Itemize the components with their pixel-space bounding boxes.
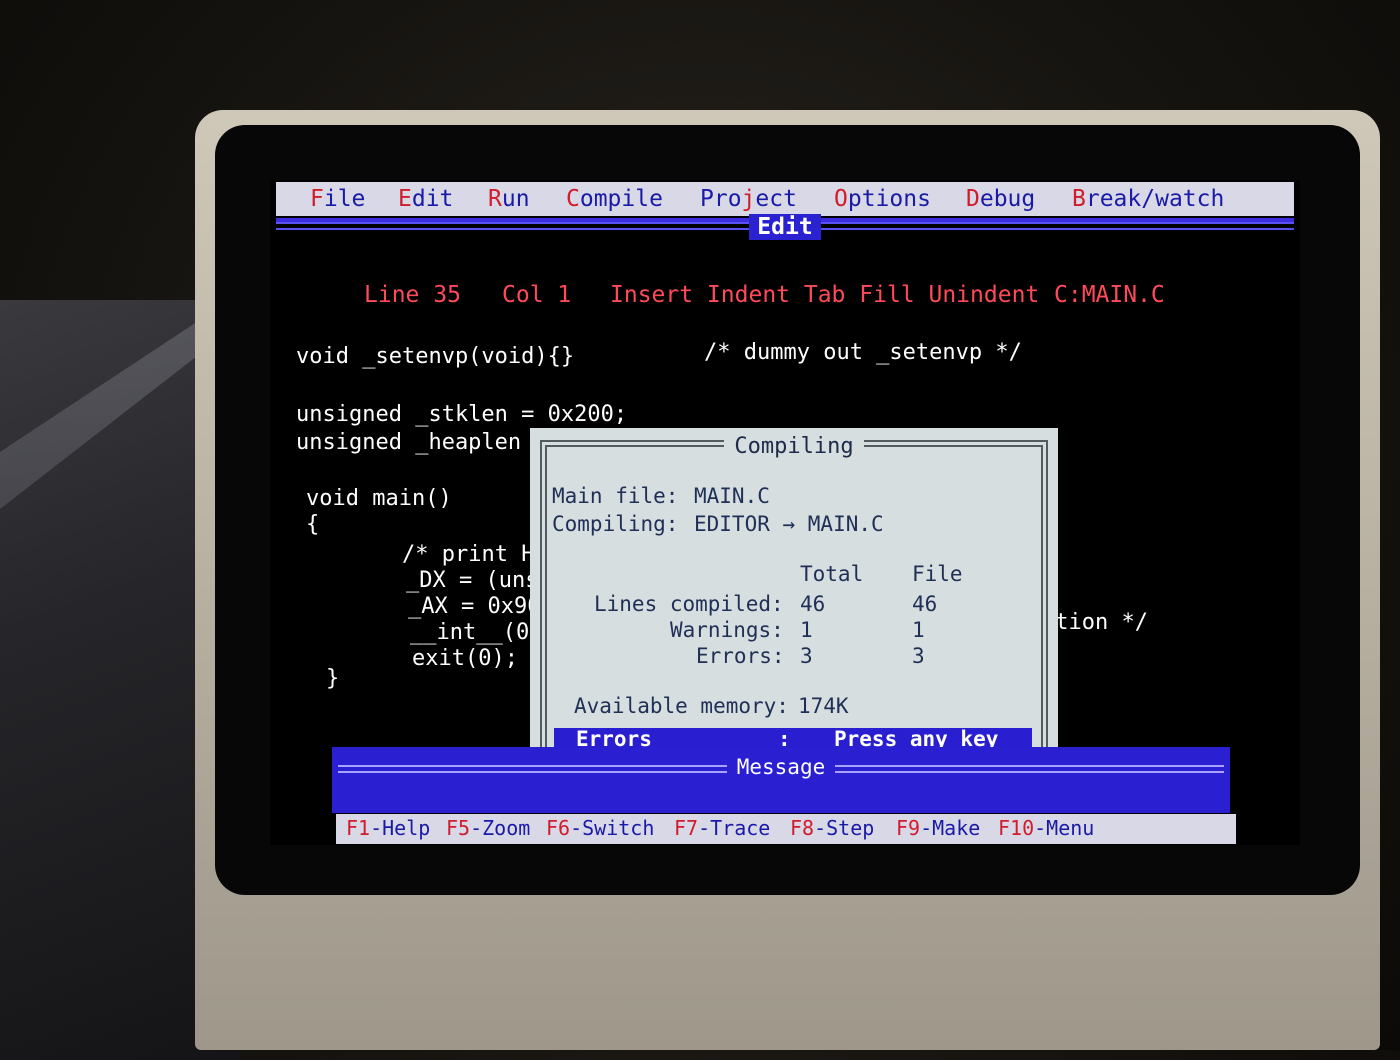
code-line[interactable]: void _setenvp(void){} xyxy=(296,344,574,370)
code-line[interactable]: unsigned _heaplen xyxy=(296,430,521,456)
menu-file[interactable]: File xyxy=(310,186,365,212)
fkey-make[interactable]: F9-Make xyxy=(896,816,980,840)
function-key-bar: F1-Help F5-Zoom F6-Switch F7-Trace F8-St… xyxy=(336,814,1236,844)
menu-edit[interactable]: Edit xyxy=(398,186,453,212)
code-line[interactable]: } xyxy=(326,666,339,692)
message-title: Message xyxy=(726,755,836,779)
editor-title-bar: Edit xyxy=(276,214,1294,240)
menu-debug[interactable]: Debug xyxy=(966,186,1035,212)
fkey-help[interactable]: F1-Help xyxy=(346,816,430,840)
fkey-switch[interactable]: F6-Switch xyxy=(546,816,654,840)
fkey-menu[interactable]: F10-Menu xyxy=(998,816,1094,840)
main-file-value: MAIN.C xyxy=(694,484,770,508)
stat-file-warnings: 1 xyxy=(912,618,925,642)
column-header-total: Total xyxy=(800,562,864,586)
menu-break-watch[interactable]: Break/watch xyxy=(1072,186,1224,212)
fkey-step[interactable]: F8-Step xyxy=(790,816,874,840)
dialog-title-bar: Compiling xyxy=(530,434,1058,459)
status-column-number: Col 1 xyxy=(502,282,572,308)
message-title-bar: Message xyxy=(332,755,1230,779)
code-line[interactable]: { xyxy=(306,512,319,538)
stat-label-lines: Lines compiled: xyxy=(594,592,784,616)
menu-bar: File Edit Run Compile Project Options De… xyxy=(276,182,1294,216)
code-line[interactable]: _AX = 0x90 xyxy=(408,594,540,620)
memory-value: 174K xyxy=(798,694,849,718)
compiling-label: Compiling: xyxy=(552,512,679,536)
stat-total-lines: 46 xyxy=(800,592,826,616)
stat-total-errors: 3 xyxy=(800,644,813,668)
code-line[interactable]: /* dummy out _setenvp */ xyxy=(704,340,1022,366)
status-edit-modes: Insert Indent Tab Fill Unindent xyxy=(610,282,1040,308)
menu-compile[interactable]: Compile xyxy=(566,186,663,212)
code-line[interactable]: exit(0); xyxy=(412,646,518,672)
menu-run[interactable]: Run xyxy=(488,186,530,212)
main-file-label: Main file: xyxy=(552,484,679,508)
editor-window[interactable]: Edit Line 35 Col 1 Insert Indent Tab Fil… xyxy=(276,214,1294,776)
compiling-dialog[interactable]: Compiling Main file: MAIN.C Compiling: E… xyxy=(530,428,1058,774)
status-file-name: C:MAIN.C xyxy=(1054,282,1165,308)
memory-label: Available memory: xyxy=(574,694,789,718)
code-line[interactable]: _DX = (uns xyxy=(406,568,538,594)
fkey-trace[interactable]: F7-Trace xyxy=(674,816,770,840)
code-line[interactable]: void main() xyxy=(306,486,452,512)
code-line[interactable]: /* print H xyxy=(402,542,534,568)
stat-label-errors: Errors: xyxy=(696,644,785,668)
message-window[interactable]: Message xyxy=(332,747,1230,813)
dialog-title: Compiling xyxy=(724,434,864,459)
code-line[interactable]: __int__(0x xyxy=(410,620,542,646)
menu-project[interactable]: Project xyxy=(700,186,797,212)
status-line-number: Line 35 xyxy=(364,282,461,308)
code-line[interactable]: unsigned _stklen = 0x200; xyxy=(296,402,627,428)
menu-options[interactable]: Options xyxy=(834,186,931,212)
stat-total-warnings: 1 xyxy=(800,618,813,642)
fkey-zoom[interactable]: F5-Zoom xyxy=(446,816,530,840)
stat-label-warnings: Warnings: xyxy=(670,618,784,642)
stat-file-lines: 46 xyxy=(912,592,938,616)
compiling-value: EDITOR → MAIN.C xyxy=(694,512,884,536)
editor-title: Edit xyxy=(749,214,821,240)
column-header-file: File xyxy=(912,562,963,586)
stat-file-errors: 3 xyxy=(912,644,925,668)
crt-screen: File Edit Run Compile Project Options De… xyxy=(270,180,1300,845)
